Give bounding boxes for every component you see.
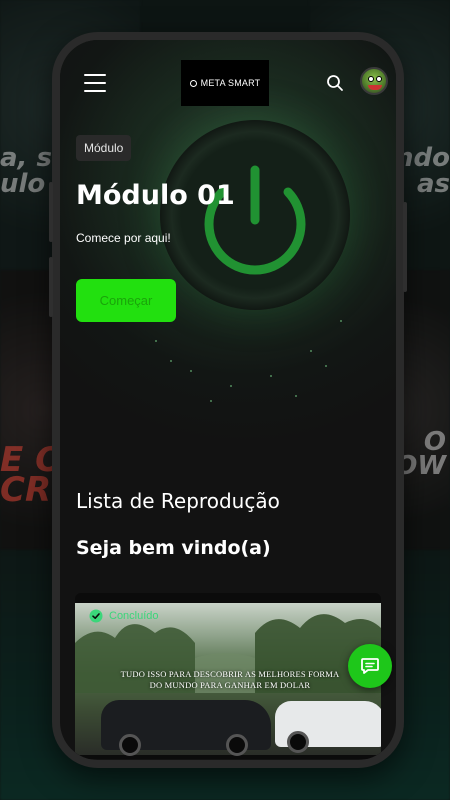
car-white: [275, 701, 381, 753]
chat-button[interactable]: [348, 644, 392, 688]
search-icon[interactable]: [326, 74, 344, 92]
phone-side-button: [403, 202, 407, 292]
phone-side-button: [49, 257, 53, 317]
check-circle-icon: [89, 609, 103, 623]
module-badge: Módulo: [76, 135, 132, 161]
logo-text: META SMART: [200, 78, 261, 88]
app-screen: META SMART Módulo Módulo 01 Comece por a…: [60, 40, 396, 760]
avatar[interactable]: [360, 67, 388, 95]
playlist-title: Lista de Reprodução: [76, 489, 280, 513]
power-icon: [204, 165, 306, 275]
lesson-card[interactable]: Concluído TUDO ISSO PARA DESCOBRIR AS ME…: [75, 593, 381, 759]
playlist-subtitle: Seja bem vindo(a): [76, 537, 271, 559]
start-button[interactable]: Começar: [76, 279, 176, 322]
app-header: META SMART: [60, 40, 396, 120]
phone-frame: META SMART Módulo Módulo 01 Comece por a…: [49, 32, 407, 768]
car-dark: [101, 700, 271, 756]
video-caption: TUDO ISSO PARA DESCOBRIR AS MELHORES FOR…: [120, 669, 340, 690]
logo-mark-icon: [189, 79, 197, 87]
status-text: Concluído: [109, 610, 159, 622]
brand-logo[interactable]: META SMART: [181, 60, 269, 106]
module-subtitle: Comece por aqui!: [76, 231, 171, 245]
phone-side-button: [49, 182, 53, 242]
lesson-status: Concluído: [89, 609, 159, 623]
hamburger-icon[interactable]: [84, 74, 106, 92]
chat-icon: [361, 658, 379, 674]
module-title: Módulo 01: [76, 180, 235, 211]
